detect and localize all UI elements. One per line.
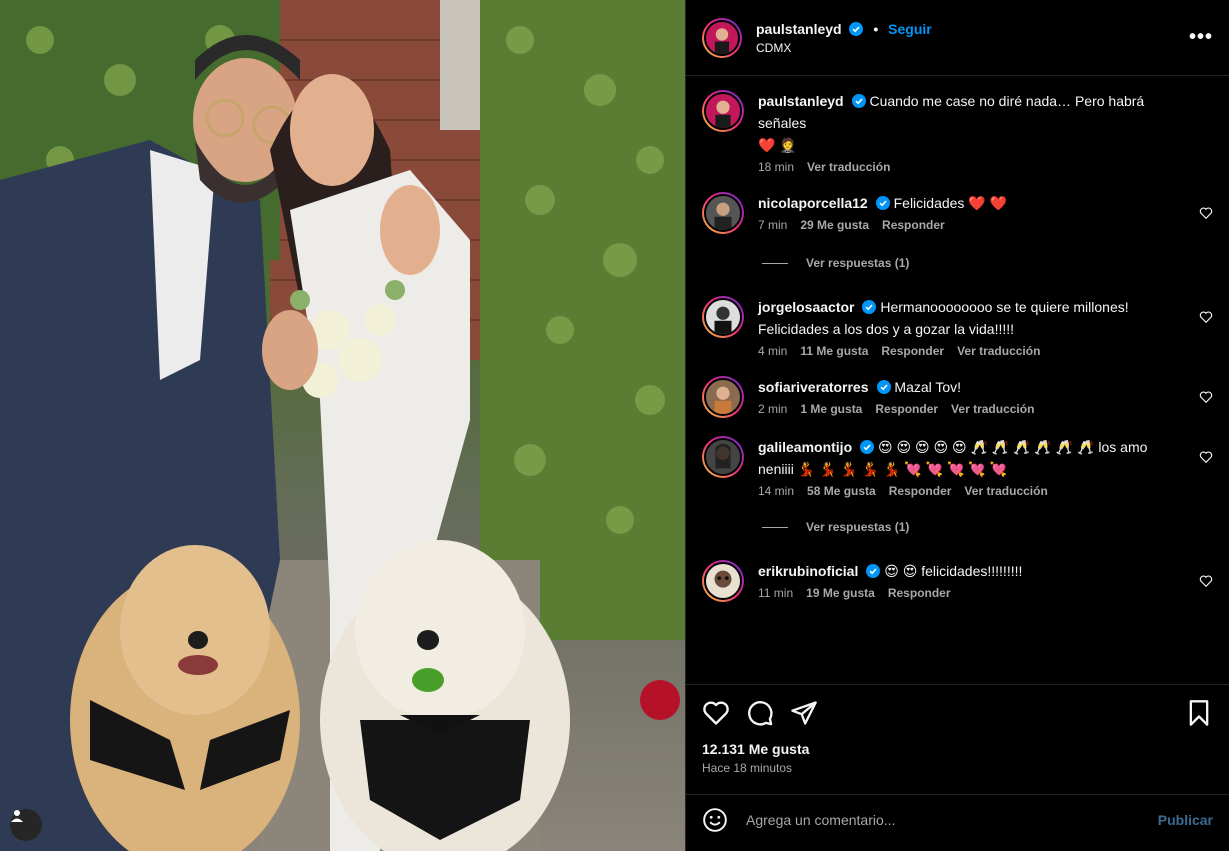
comment-item: erikrubinoficial 😍 😍 felicidades!!!!!!!!… bbox=[702, 560, 1213, 602]
comment-reply-button[interactable]: Responder bbox=[875, 402, 938, 416]
caption-emoji: ❤️ 🤵 bbox=[758, 137, 797, 153]
comment-like-icon[interactable] bbox=[1199, 390, 1213, 404]
view-replies-button[interactable]: Ver respuestas (1) bbox=[762, 256, 1213, 270]
comments-list: paulstanleyd Cuando me case no diré nada… bbox=[686, 76, 1229, 684]
bookmark-icon[interactable] bbox=[1185, 699, 1213, 727]
comment-username[interactable]: galileamontijo bbox=[758, 439, 852, 455]
separator-dot: • bbox=[873, 20, 879, 37]
comment-username[interactable]: sofiariveratorres bbox=[758, 379, 869, 395]
verified-badge-icon bbox=[876, 380, 891, 394]
user-tag-button[interactable] bbox=[10, 809, 42, 841]
post-detail-panel: paulstanleyd • Seguir CDMX ••• paulstanl… bbox=[685, 0, 1229, 851]
author-username[interactable]: paulstanleyd bbox=[756, 21, 842, 37]
comment-time[interactable]: 11 min bbox=[758, 586, 793, 600]
comment-translate-button[interactable]: Ver traducción bbox=[957, 344, 1040, 358]
comment-input[interactable] bbox=[746, 811, 1158, 828]
comment-likes[interactable]: 29 Me gusta bbox=[800, 218, 869, 232]
share-icon[interactable] bbox=[790, 699, 818, 727]
comment-time[interactable]: 2 min bbox=[758, 402, 787, 416]
comment-text: Felicidades ❤️ ❤️ bbox=[893, 195, 1008, 211]
add-comment-bar: Publicar bbox=[686, 794, 1229, 844]
caption-translate-button[interactable]: Ver traducción bbox=[807, 160, 890, 174]
verified-badge-icon bbox=[851, 94, 866, 108]
heart-icon[interactable] bbox=[702, 699, 730, 727]
view-replies-label: Ver respuestas (1) bbox=[806, 256, 910, 270]
comment-reply-button[interactable]: Responder bbox=[881, 344, 944, 358]
view-replies-label: Ver respuestas (1) bbox=[806, 520, 910, 534]
verified-badge-icon bbox=[875, 196, 890, 210]
comment-translate-button[interactable]: Ver traducción bbox=[964, 484, 1047, 498]
post-location[interactable]: CDMX bbox=[756, 41, 932, 55]
follow-button[interactable]: Seguir bbox=[888, 21, 932, 37]
comment-item: sofiariveratorres Mazal Tov! 2 min 1 Me … bbox=[702, 376, 1213, 418]
comment-like-icon[interactable] bbox=[1199, 206, 1213, 220]
comment-like-icon[interactable] bbox=[1199, 310, 1213, 324]
post-caption: paulstanleyd Cuando me case no diré nada… bbox=[702, 90, 1213, 174]
post-header: paulstanleyd • Seguir CDMX ••• bbox=[686, 0, 1229, 76]
comment-item: jorgelosaactor Hermanoooooooo se te quie… bbox=[702, 296, 1213, 358]
wedding-photo-illustration bbox=[0, 0, 685, 851]
comment-likes[interactable]: 1 Me gusta bbox=[800, 402, 862, 416]
author-avatar[interactable] bbox=[702, 17, 742, 58]
comment-text: 😍 😍 felicidades!!!!!!!!! bbox=[884, 563, 1023, 579]
comment-username[interactable]: erikrubinoficial bbox=[758, 563, 858, 579]
comment-avatar[interactable] bbox=[702, 376, 744, 418]
comment-like-icon[interactable] bbox=[1199, 450, 1213, 464]
comment-item: nicolaporcella12 Felicidades ❤️ ❤️ 7 min… bbox=[702, 192, 1213, 234]
comment-reply-button[interactable]: Responder bbox=[888, 586, 951, 600]
comment-text: Mazal Tov! bbox=[894, 379, 962, 395]
verified-badge-icon bbox=[860, 440, 875, 454]
verified-badge-icon bbox=[849, 21, 864, 36]
caption-time[interactable]: 18 min bbox=[758, 160, 794, 174]
comment-username[interactable]: nicolaporcella12 bbox=[758, 195, 868, 211]
comment-likes[interactable]: 19 Me gusta bbox=[806, 586, 875, 600]
comment-likes[interactable]: 11 Me gusta bbox=[800, 344, 868, 358]
comment-avatar[interactable] bbox=[702, 436, 744, 478]
comment-time[interactable]: 14 min bbox=[758, 484, 794, 498]
verified-badge-icon bbox=[862, 300, 877, 314]
publish-button[interactable]: Publicar bbox=[1158, 812, 1213, 828]
post-timestamp: Hace 18 minutos bbox=[702, 761, 793, 775]
comment-likes[interactable]: 58 Me gusta bbox=[807, 484, 876, 498]
post-photo[interactable] bbox=[0, 0, 685, 851]
comment-time[interactable]: 4 min bbox=[758, 344, 787, 358]
comment-avatar[interactable] bbox=[702, 192, 744, 234]
comment-avatar[interactable] bbox=[702, 296, 744, 338]
verified-badge-icon bbox=[866, 564, 881, 578]
comment-time[interactable]: 7 min bbox=[758, 218, 787, 232]
caption-avatar[interactable] bbox=[702, 90, 744, 132]
view-replies-button[interactable]: Ver respuestas (1) bbox=[762, 520, 1213, 534]
emoji-icon[interactable] bbox=[702, 807, 728, 833]
comment-reply-button[interactable]: Responder bbox=[882, 218, 945, 232]
more-options-button[interactable]: ••• bbox=[1189, 26, 1213, 49]
comment-translate-button[interactable]: Ver traducción bbox=[951, 402, 1034, 416]
comment-avatar[interactable] bbox=[702, 560, 744, 602]
comment-item: galileamontijo 😍 😍 😍 😍 😍 🥂 🥂 🥂 🥂 🥂 🥂 los… bbox=[702, 436, 1213, 498]
caption-username[interactable]: paulstanleyd bbox=[758, 93, 844, 109]
comment-username[interactable]: jorgelosaactor bbox=[758, 299, 854, 315]
post-actions: 12.131 Me gusta Hace 18 minutos Publicar bbox=[686, 684, 1229, 844]
comment-reply-button[interactable]: Responder bbox=[889, 484, 952, 498]
user-tag-icon bbox=[11, 810, 23, 822]
likes-count[interactable]: 12.131 Me gusta bbox=[702, 741, 1213, 757]
comment-like-icon[interactable] bbox=[1199, 574, 1213, 588]
comment-icon[interactable] bbox=[746, 699, 774, 727]
